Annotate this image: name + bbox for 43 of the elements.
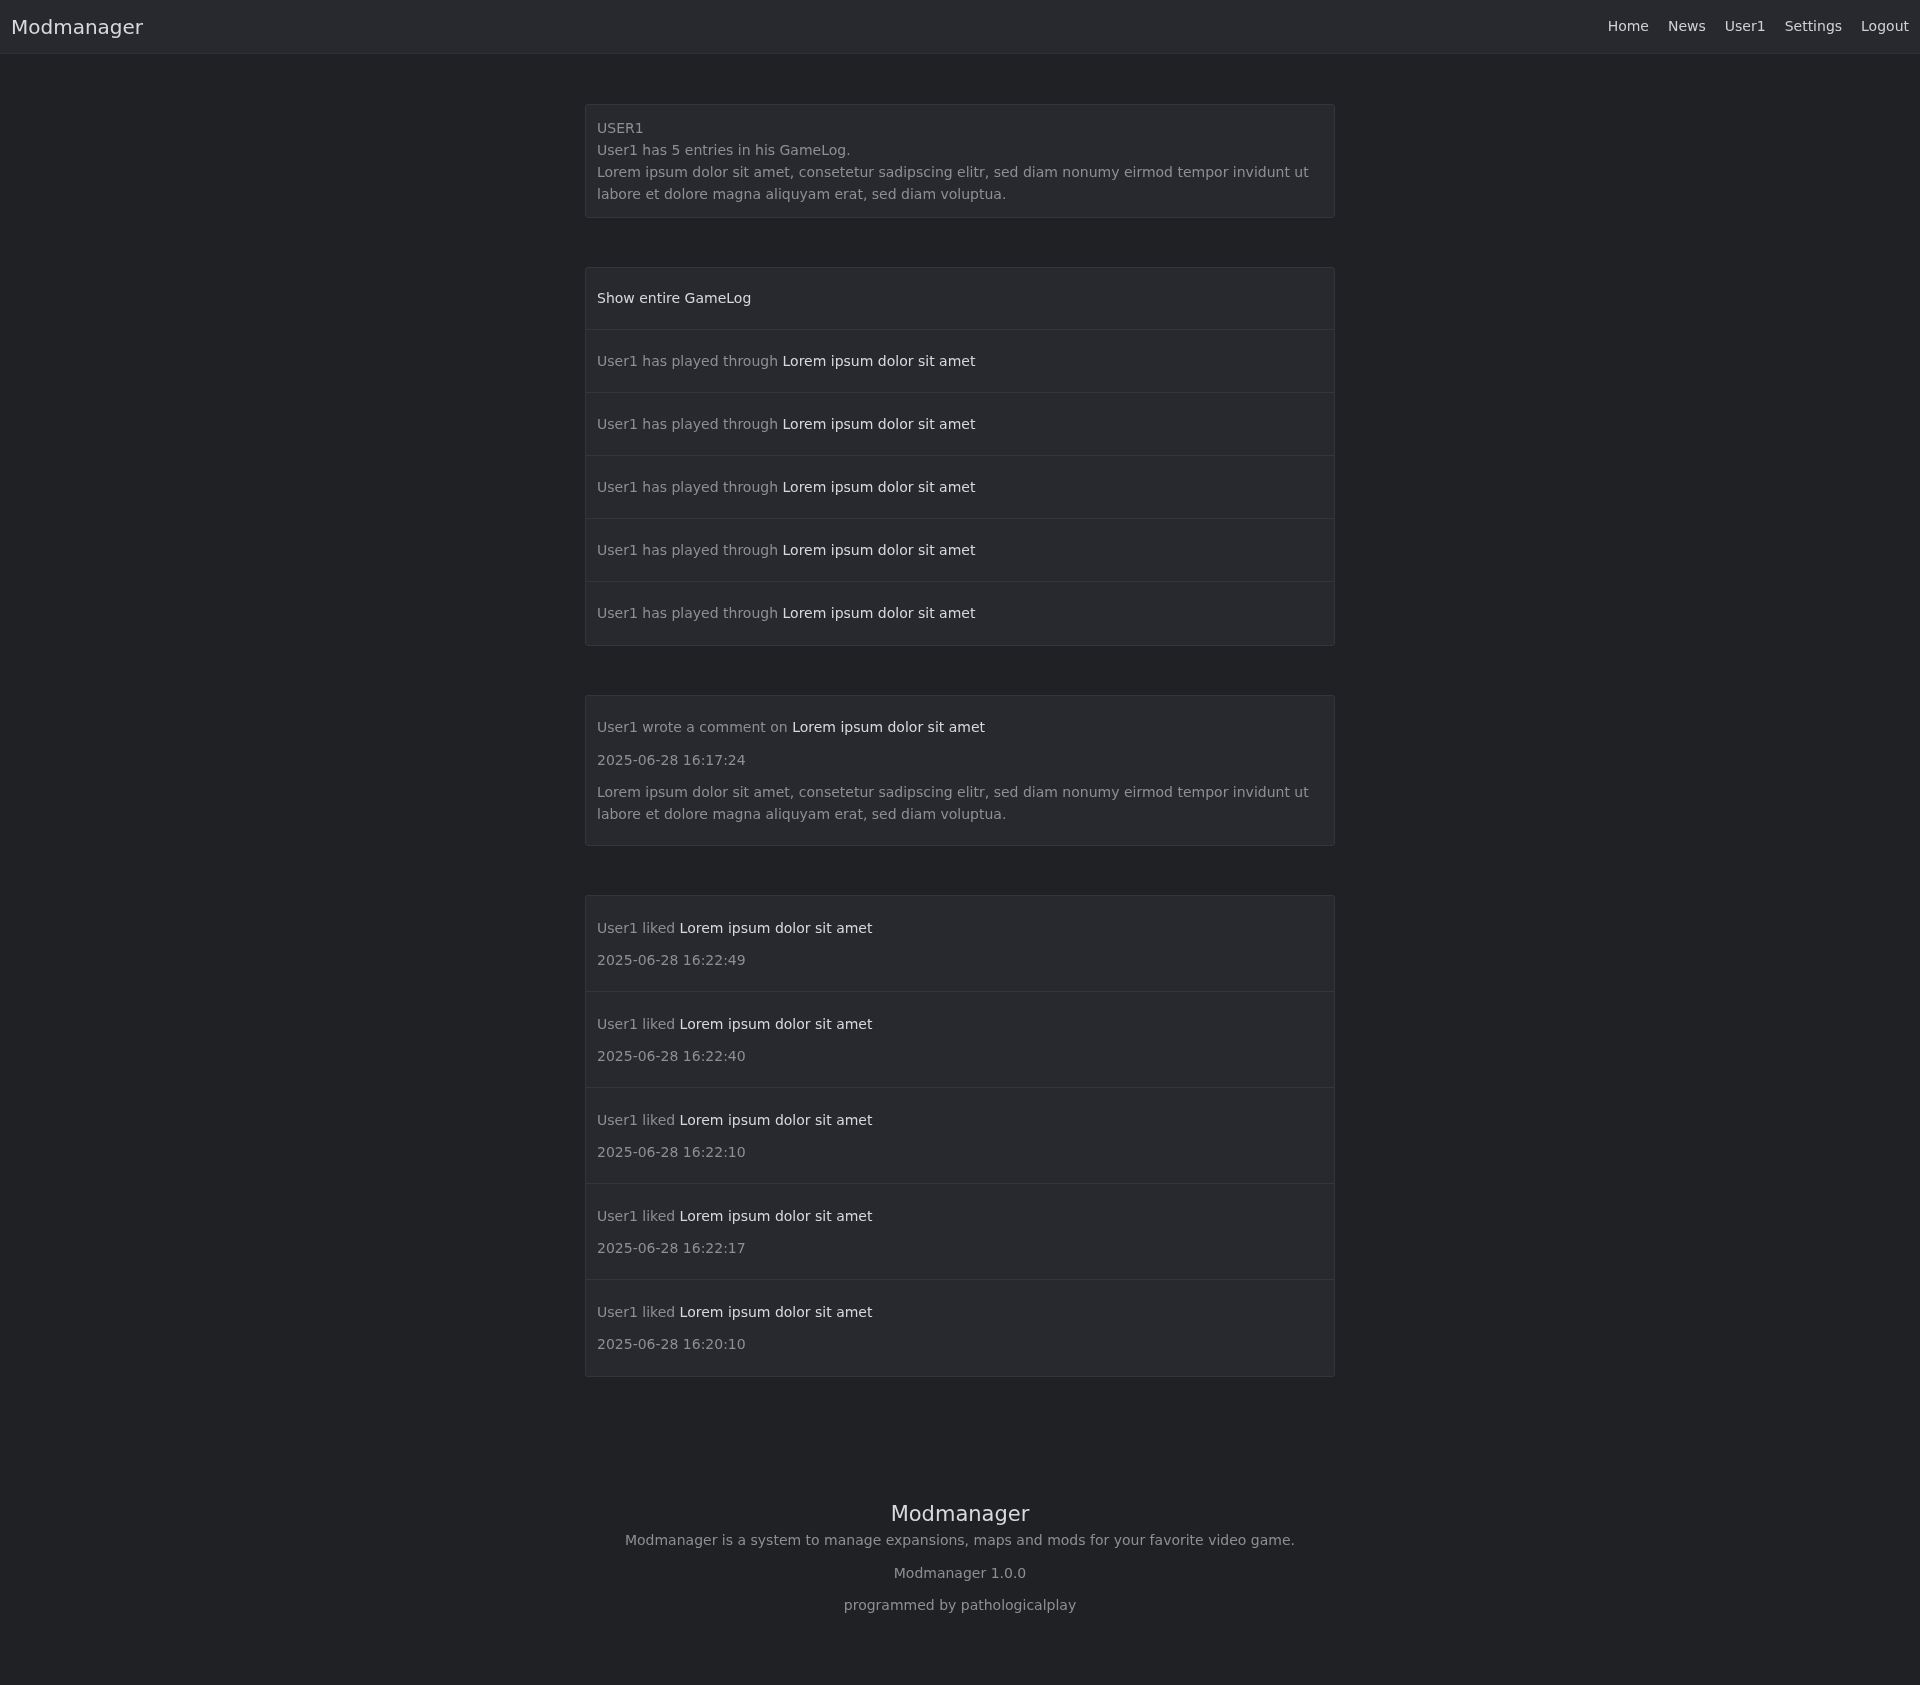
like-timestamp: 2025-06-28 16:20:10 [597,1335,747,1354]
game-link[interactable]: Lorem ipsum dolor sit amet [782,415,976,432]
game-link[interactable]: Lorem ipsum dolor sit amet [679,1015,873,1032]
nav-link[interactable]: Home [1607,16,1649,37]
like-timestamp: 2025-06-28 16:22:49 [597,950,747,970]
like-entry: User1 liked Lorem ipsum dolor sit amet [597,1110,874,1130]
username: USER1 [597,119,645,138]
game-link[interactable]: Lorem ipsum dolor sit amet [679,1111,873,1128]
game-link[interactable]: Lorem ipsum dolor sit amet [679,919,873,936]
gamelog-entry: User1 has played through Lorem ipsum dolor sit amet [597,477,976,497]
like-timestamp: 2025-06-28 16:22:10 [597,1142,747,1162]
nav-link[interactable]: News [1667,16,1706,37]
comment-heading: User1 wrote a comment on Lorem ipsum dolor sit amet [597,718,987,737]
version-text: Modmanager 1.0.0 [893,1564,1027,1583]
bio-text: Lorem ipsum dolor sit amet, consetetur sadipscing elitr, sed diam nonumy eirmod tempor invidunt ut labore et dolore magna aliquyam erat, sed diam voluptua. [597,163,1310,204]
game-link[interactable]: Lorem ipsum dolor sit amet [782,541,976,558]
nav-link[interactable]: Settings [1784,16,1843,37]
gamelog-entry: User1 has played through Lorem ipsum dolor sit amet [597,414,976,434]
entries-count-text: User1 has 5 entries in his GameLog. [597,141,852,160]
like-entry: User1 liked Lorem ipsum dolor sit amet [597,918,874,938]
like-entry: User1 liked Lorem ipsum dolor sit amet [597,1014,874,1034]
like-timestamp: 2025-06-28 16:22:17 [597,1238,747,1258]
show-gamelog-link[interactable]: Show entire GameLog [597,288,752,309]
nav-link[interactable]: User1 [1724,16,1766,37]
gamelog-entry: User1 has played through Lorem ipsum dolor sit amet [597,540,976,560]
game-link[interactable]: Lorem ipsum dolor sit amet [792,719,986,735]
game-link[interactable]: Lorem ipsum dolor sit amet [782,605,976,621]
comment-timestamp: 2025-06-28 16:17:24 [597,751,747,770]
brand-link[interactable]: Modmanager [11,11,144,42]
like-entry: User1 liked Lorem ipsum dolor sit amet [597,1206,874,1226]
like-entry: User1 liked Lorem ipsum dolor sit amet [597,1303,874,1322]
gamelog-entry: User1 has played through Lorem ipsum dolor sit amet [597,604,976,623]
game-link[interactable]: Lorem ipsum dolor sit amet [782,478,976,495]
footer-title: Modmanager [890,1501,1030,1528]
game-link[interactable]: Lorem ipsum dolor sit amet [679,1207,873,1224]
game-link[interactable]: Lorem ipsum dolor sit amet [782,352,976,369]
credit-text: programmed by pathologicalplay [843,1596,1077,1615]
nav-link[interactable]: Logout [1861,16,1909,37]
gamelog-entry: User1 has played through Lorem ipsum dolor sit amet [597,351,976,371]
like-timestamp: 2025-06-28 16:22:40 [597,1046,747,1066]
game-link[interactable]: Lorem ipsum dolor sit amet [679,1304,873,1320]
footer-description: Modmanager is a system to manage expansions, maps and mods for your favorite video game. [624,1531,1296,1550]
comment-text: Lorem ipsum dolor sit amet, consetetur sadipscing elitr, sed diam nonumy eirmod tempor invidunt ut labore et dolore magna aliquyam erat, sed diam voluptua. [597,783,1310,824]
